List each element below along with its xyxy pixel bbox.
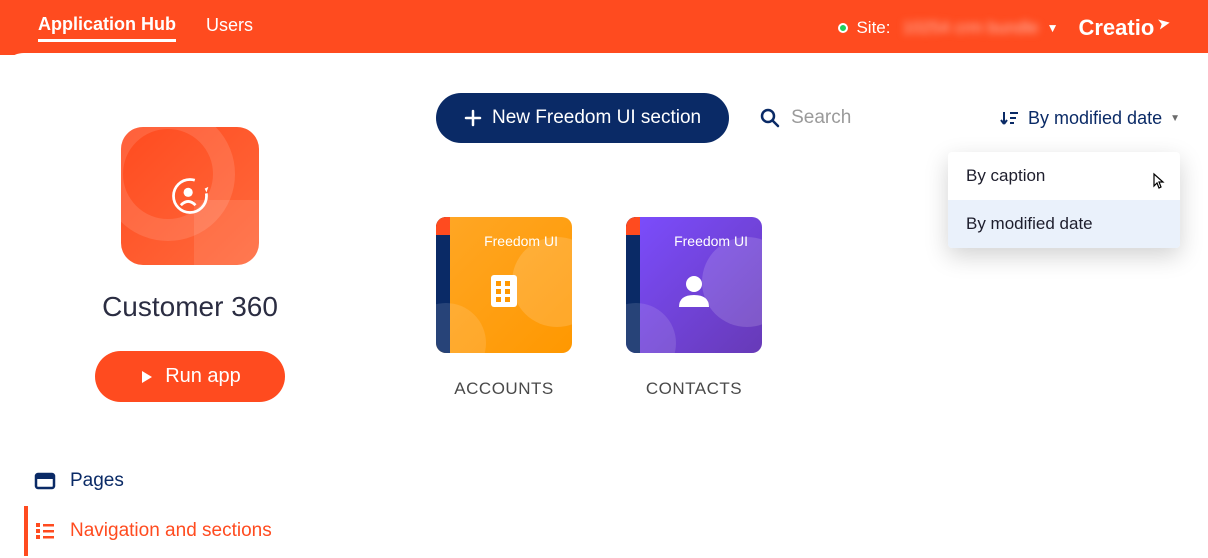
card-badge: Freedom UI xyxy=(484,233,558,249)
dropdown-option-caption[interactable]: By caption xyxy=(948,152,1180,200)
pages-icon xyxy=(34,470,56,492)
search-icon xyxy=(759,107,781,129)
search-input[interactable]: Search xyxy=(759,107,851,129)
card-badge: Freedom UI xyxy=(674,233,748,249)
sort-label: By modified date xyxy=(1028,108,1162,129)
app-title: Customer 360 xyxy=(102,291,278,323)
sort-icon xyxy=(1000,108,1020,128)
logo: Creatio ➤ xyxy=(1078,15,1170,41)
card-accounts[interactable]: Freedom UI ACCOUNTS xyxy=(436,217,572,399)
sort-dropdown-trigger[interactable]: By modified date ▼ By caption By modifie… xyxy=(1000,108,1180,129)
side-menu: Pages Navigation and sections xyxy=(24,456,364,556)
sections-icon xyxy=(34,520,56,542)
new-section-button[interactable]: New Freedom UI section xyxy=(436,93,729,143)
logo-arrow-icon: ➤ xyxy=(1157,14,1172,33)
top-bar: Application Hub Users Site: 10254 crm bu… xyxy=(0,0,1208,55)
tab-users[interactable]: Users xyxy=(206,15,253,40)
status-dot-icon xyxy=(838,23,848,33)
topbar-right: Site: 10254 crm bundle ▼ Creatio ➤ xyxy=(838,15,1170,41)
play-icon xyxy=(139,369,155,385)
site-label: Site: xyxy=(856,18,890,38)
customer-360-icon xyxy=(168,174,212,218)
topbar-tabs: Application Hub Users xyxy=(38,14,253,42)
card-label: ACCOUNTS xyxy=(436,379,572,399)
search-placeholder: Search xyxy=(791,107,851,129)
card-contacts[interactable]: Freedom UI CONTACTS xyxy=(626,217,762,399)
chevron-down-icon: ▼ xyxy=(1170,113,1180,124)
logo-text: Creatio xyxy=(1078,15,1154,41)
run-app-button[interactable]: Run app xyxy=(95,351,285,402)
menu-label: Navigation and sections xyxy=(70,520,272,542)
cursor-icon xyxy=(1148,172,1166,197)
dropdown-label: By modified date xyxy=(966,214,1093,233)
card-label: CONTACTS xyxy=(626,379,762,399)
run-app-label: Run app xyxy=(165,365,241,388)
chevron-down-icon: ▼ xyxy=(1047,21,1059,35)
left-panel: Customer 360 Run app Pages Navigation an… xyxy=(0,53,380,556)
menu-label: Pages xyxy=(70,470,124,492)
menu-item-pages[interactable]: Pages xyxy=(24,456,364,506)
menu-item-navigation[interactable]: Navigation and sections xyxy=(24,506,364,556)
site-value: 10254 crm bundle xyxy=(902,18,1038,38)
main-panel: New Freedom UI section Search By modifie… xyxy=(380,53,1208,556)
app-icon xyxy=(121,127,259,265)
sort-dropdown: By caption By modified date xyxy=(948,152,1180,248)
site-selector[interactable]: Site: 10254 crm bundle ▼ xyxy=(838,18,1058,38)
dropdown-option-modified-date[interactable]: By modified date xyxy=(948,200,1180,248)
new-section-label: New Freedom UI section xyxy=(492,107,701,129)
tab-application-hub[interactable]: Application Hub xyxy=(38,14,176,42)
main-toolbar: New Freedom UI section Search By modifie… xyxy=(436,93,1180,143)
plus-icon xyxy=(464,109,482,127)
dropdown-label: By caption xyxy=(966,166,1045,185)
